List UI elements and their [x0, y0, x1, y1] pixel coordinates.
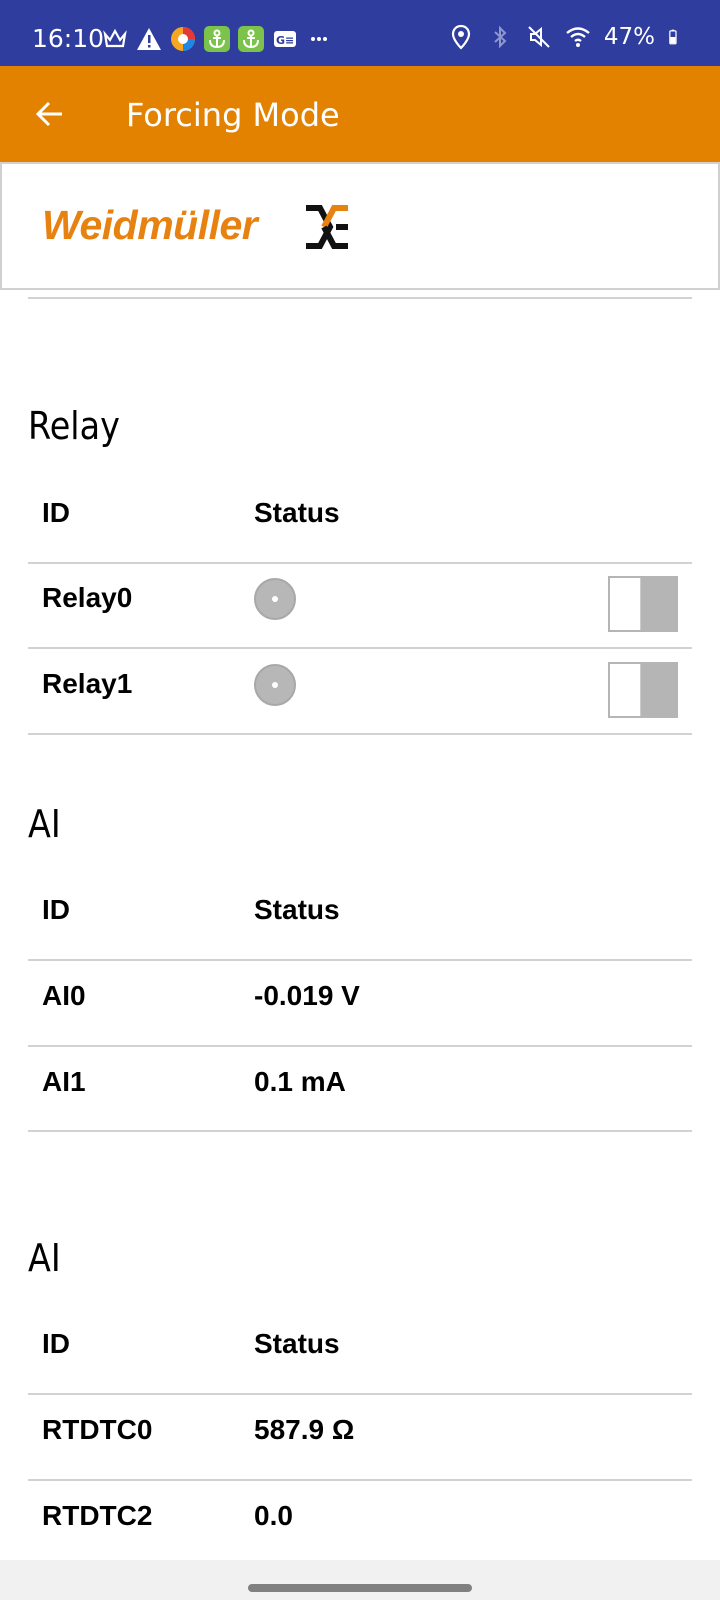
divider [28, 1045, 692, 1047]
battery-percent: 47% [603, 24, 655, 50]
ai-row-id: AI0 [42, 980, 86, 1011]
relay-section-title: Relay [28, 404, 120, 448]
rtd-section-title: AI [28, 1236, 61, 1280]
home-gesture-handle[interactable] [248, 1584, 472, 1592]
ai-header-id: ID [42, 894, 70, 925]
app-bar: Forcing Mode [0, 66, 720, 162]
browser-icon [171, 27, 195, 51]
status-time: 16:10 [32, 24, 105, 53]
relay-header-id: ID [42, 497, 70, 528]
crown-icon [103, 28, 127, 48]
relay0-toggle[interactable] [608, 576, 678, 632]
logo-panel: Weidmüller [0, 162, 720, 290]
more-icon [311, 37, 327, 41]
relay-header-status: Status [254, 497, 340, 528]
battery-icon [669, 29, 677, 45]
brand-logo-text: Weidmüller [42, 202, 258, 248]
back-button[interactable] [22, 86, 78, 142]
status-bar: 16:10 G≡ 47% [0, 0, 720, 66]
bluetooth-icon [494, 25, 507, 49]
ai-header-status: Status [254, 894, 340, 925]
toggle-knob [610, 664, 641, 716]
rtd-header-status: Status [254, 1328, 340, 1359]
relay-row-id: Relay1 [42, 668, 133, 699]
notification-icons: G≡ [102, 26, 332, 52]
arrow-left-icon [35, 101, 62, 127]
ai-row-status: -0.019 V [254, 980, 360, 1011]
rtd-row-status: 0.0 [254, 1500, 293, 1531]
rtd-row-id: RTDTC0 [42, 1414, 153, 1445]
divider [28, 733, 692, 735]
wifi-icon [566, 27, 590, 47]
mute-icon [528, 26, 550, 48]
divider [28, 1479, 692, 1481]
warning-icon [137, 28, 161, 50]
divider [28, 562, 692, 564]
ai-row-status: 0.1 mA [254, 1066, 346, 1097]
location-icon [451, 24, 470, 50]
news-icon: G≡ [274, 31, 296, 47]
relay-row-id: Relay0 [42, 582, 133, 613]
svg-text:G≡: G≡ [276, 34, 294, 47]
divider [28, 647, 692, 649]
divider [28, 297, 692, 299]
toggle-knob [610, 578, 641, 630]
rtd-row-id: RTDTC2 [42, 1500, 153, 1531]
divider [28, 1130, 692, 1132]
relay-status-indicator [254, 578, 296, 620]
divider [28, 1393, 692, 1395]
anchor-icon [204, 26, 230, 52]
divider [28, 959, 692, 961]
rtd-header-id: ID [42, 1328, 70, 1359]
relay1-toggle[interactable] [608, 662, 678, 718]
ai-row-id: AI1 [42, 1066, 86, 1097]
brand-logo-mark-icon [306, 205, 348, 249]
relay-status-indicator [254, 664, 296, 706]
navigation-bar [0, 1560, 720, 1600]
rtd-row-status: 587.9 Ω [254, 1414, 355, 1445]
page-title: Forcing Mode [126, 96, 340, 134]
system-icons: 47% [448, 24, 684, 50]
ai-section-title: AI [28, 802, 61, 846]
anchor-icon [238, 26, 264, 52]
